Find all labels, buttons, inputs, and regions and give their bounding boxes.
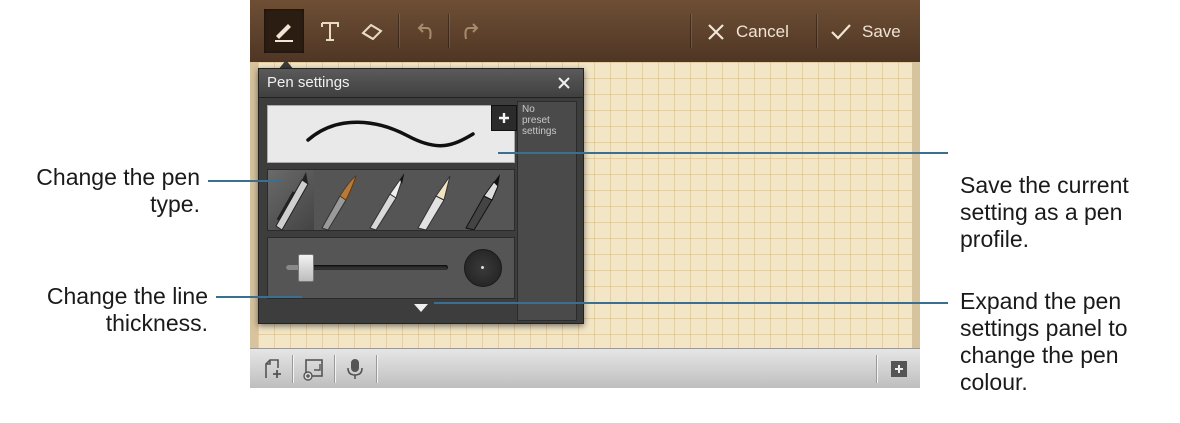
chevron-down-icon xyxy=(414,304,428,312)
text-tool-button[interactable] xyxy=(310,9,350,53)
insert-image-icon xyxy=(303,359,323,381)
add-note-icon xyxy=(891,361,907,377)
undo-button[interactable] xyxy=(406,9,446,53)
expand-panel-button[interactable] xyxy=(411,301,431,315)
line-thickness-control xyxy=(267,237,515,299)
leader-line-pen-type xyxy=(208,180,282,182)
annotation-pen-type: Change the pen type. xyxy=(36,164,200,217)
leader-line-save-profile xyxy=(498,152,948,154)
brush-icon xyxy=(321,174,357,230)
checkmark-icon xyxy=(831,24,851,40)
panel-title: Pen settings xyxy=(267,74,350,91)
add-page-button[interactable] xyxy=(256,353,290,385)
pen-type-pen[interactable] xyxy=(268,170,314,230)
pencil-icon xyxy=(369,173,405,230)
device-screen: Cancel Save Pen settings No preset setti… xyxy=(250,0,920,388)
leader-line-thickness xyxy=(216,296,302,298)
marker-icon xyxy=(465,174,500,230)
highlighter-icon xyxy=(417,175,451,230)
pen-type-pencil[interactable] xyxy=(364,170,410,230)
redo-button[interactable] xyxy=(450,9,490,53)
pen-settings-panel: Pen settings No preset settings xyxy=(258,68,584,324)
close-icon xyxy=(708,24,724,40)
panel-header: Pen settings xyxy=(259,69,583,98)
plus-icon xyxy=(499,113,509,123)
microphone-icon xyxy=(347,359,363,379)
pen-type-brush[interactable] xyxy=(316,170,362,230)
annotation-line-thickness: Change the line thickness. xyxy=(46,283,208,336)
stroke-sample xyxy=(306,120,475,148)
eraser-tool-button[interactable] xyxy=(352,9,392,53)
thickness-preview-dot xyxy=(464,249,502,287)
preset-list: No preset settings xyxy=(517,101,577,321)
panel-close-button[interactable] xyxy=(553,72,575,94)
save-label: Save xyxy=(862,22,901,41)
pen-type-marker[interactable] xyxy=(460,170,506,230)
pen-icon xyxy=(275,24,293,42)
cancel-button[interactable]: Cancel xyxy=(706,12,789,52)
close-icon xyxy=(558,77,570,89)
stroke-preview xyxy=(267,105,515,163)
pen-type-selector xyxy=(267,169,515,231)
redo-icon xyxy=(464,23,479,40)
voice-record-button[interactable] xyxy=(338,353,372,385)
save-button[interactable]: Save xyxy=(830,12,901,52)
pen-tool-button[interactable] xyxy=(264,9,304,53)
leader-line-expand-panel xyxy=(434,302,948,304)
bottom-bar xyxy=(250,348,920,388)
thickness-slider-thumb[interactable] xyxy=(298,254,315,282)
pen-type-highlighter[interactable] xyxy=(412,170,458,230)
insert-image-button[interactable] xyxy=(296,353,330,385)
preset-empty-text: No preset settings xyxy=(522,104,557,137)
toolbar: Cancel Save xyxy=(250,0,920,62)
undo-icon xyxy=(417,23,432,40)
add-note-button[interactable] xyxy=(882,353,916,385)
annotation-save-profile: Save the current setting as a pen profil… xyxy=(960,172,1129,252)
pen-icon xyxy=(275,172,309,230)
text-icon xyxy=(321,22,339,41)
eraser-icon xyxy=(361,23,383,41)
add-page-icon xyxy=(265,359,281,378)
annotation-expand-panel: Expand the pen settings panel to change … xyxy=(960,288,1128,395)
add-preset-button[interactable] xyxy=(491,105,517,131)
cancel-label: Cancel xyxy=(736,22,789,41)
